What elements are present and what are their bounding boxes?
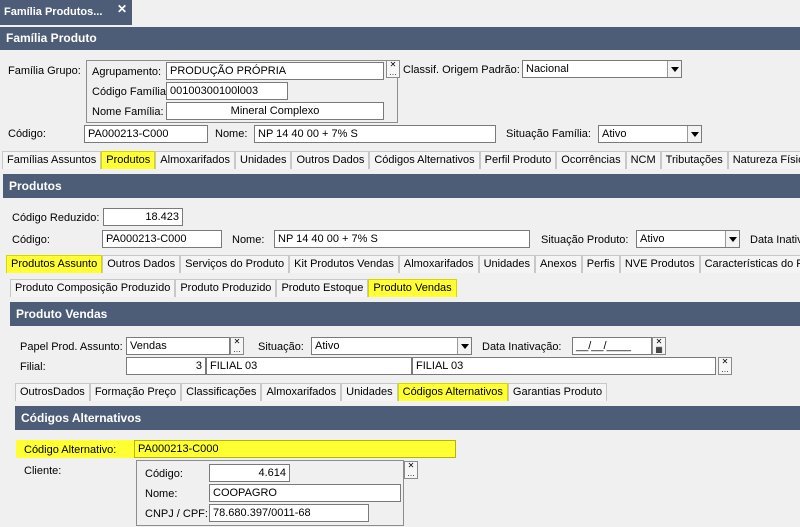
tab-tributacoes[interactable]: Tributações (660, 151, 728, 169)
agrupamento-field[interactable]: PRODUÇÃO PRÓPRIA (166, 62, 384, 80)
chevron-down-icon[interactable] (687, 126, 701, 142)
tab-produtos[interactable]: Produtos (101, 151, 156, 169)
familia-header: Família Produto (0, 27, 800, 50)
tabs-produtos: Produtos Assunto Outros Dados Serviços do … (6, 255, 800, 274)
agrupamento-lookup-icon[interactable]: ✕… (386, 60, 400, 78)
codigo-alt-field[interactable]: PA000213-C000 (134, 440, 456, 458)
tab-outros-dados[interactable]: Outros Dados (102, 255, 181, 273)
tab-classificacoes[interactable]: Classificações (181, 383, 262, 401)
filial-num-field[interactable]: 3 (126, 357, 206, 375)
cli-codigo-field[interactable]: 4.614 (209, 464, 290, 482)
tab-ocorrencias[interactable]: Ocorrências (556, 151, 626, 169)
close-icon[interactable]: ✕ (117, 2, 127, 16)
familia-codigo-field[interactable]: PA000213-C000 (84, 125, 208, 143)
tab-produto-vendas[interactable]: Produto Vendas (368, 279, 457, 297)
produto-nome-field[interactable]: NP 14 40 00 + 7% S (274, 230, 530, 248)
tab-almoxarifados[interactable]: Almoxarifados (155, 151, 235, 169)
papel-lookup-icon[interactable]: ✕… (230, 337, 244, 355)
tab-codigos-alternativos[interactable]: Códigos Alternativos (369, 151, 480, 169)
produto-nome-label: Nome: (232, 234, 265, 246)
situacao-produto-value: Ativo (640, 233, 665, 245)
situacao-produto-label: Situação Produto: (541, 234, 629, 246)
tab-almoxarifados[interactable]: Almoxarifados (261, 383, 342, 401)
chevron-down-icon[interactable] (457, 338, 471, 354)
filial-nome-field[interactable]: FILIAL 03 (206, 357, 412, 375)
data-inativ-label: Data Inativ (750, 234, 800, 246)
cli-codigo-label: Código: (145, 468, 183, 480)
tab-produto-composicao[interactable]: Produto Composição Produzido (10, 279, 176, 297)
cli-nome-label: Nome: (145, 488, 178, 500)
tab-outros-dados[interactable]: Outros Dados (291, 151, 370, 169)
familia-codigo-label: Código: (8, 128, 46, 140)
tab-formacao-preco[interactable]: Formação Preço (89, 383, 182, 401)
situacao-vendas-label: Situação: (258, 341, 304, 353)
tab-unidades[interactable]: Unidades (341, 383, 398, 401)
familia-grupo-label: Família Grupo: (8, 65, 81, 77)
tab-produto-produzido[interactable]: Produto Produzido (175, 279, 277, 297)
nome-familia-label: Nome Família: (92, 106, 164, 118)
tab-servicos-produto[interactable]: Serviços do Produto (180, 255, 290, 273)
tab-caracteristicas[interactable]: Características do Pr (699, 255, 800, 273)
cliente-label: Cliente: (24, 465, 62, 477)
cliente-lookup-icon[interactable]: ✕… (404, 461, 418, 479)
codigo-familia-field[interactable]: 00100300100l003 (166, 82, 288, 100)
calendar-icon[interactable]: ✕ ▦ (652, 337, 666, 355)
filial-nome2-field[interactable]: FILIAL 03 (412, 357, 716, 375)
tabs-familia: Famílias Assuntos Produtos Almoxarifados Un… (2, 151, 800, 170)
produtos-header: Produtos (3, 174, 800, 198)
codigo-reduzido-field[interactable]: 18.423 (103, 208, 183, 226)
situacao-vendas-value: Ativo (315, 340, 340, 352)
chevron-down-icon[interactable] (725, 231, 739, 247)
cli-cnpj-label: CNPJ / CPF: (145, 508, 208, 520)
tab-almoxarifados[interactable]: Almoxarifados (398, 255, 479, 273)
tab-unidades[interactable]: Unidades (478, 255, 536, 273)
data-inativacao-field[interactable]: __/__/____ (572, 337, 652, 355)
papel-label: Papel Prod. Assunto: (20, 341, 123, 353)
cli-cnpj-field[interactable]: 78.680.397/0011-68 (209, 504, 369, 522)
filial-label: Filial: (20, 361, 46, 373)
tabs-vendas: OutrosDados Formação Preço Classificações A… (15, 383, 800, 402)
tab-ncm[interactable]: NCM (625, 151, 661, 169)
tab-kit-produtos-vendas[interactable]: Kit Produtos Vendas (289, 255, 399, 273)
codigo-alt-label: Código Alternativo: (24, 444, 117, 456)
tab-perfis[interactable]: Perfis (581, 255, 620, 273)
tab-natureza-fisica[interactable]: Natureza Físic (727, 151, 800, 169)
codigo-familia-label: Código Família: (92, 86, 170, 98)
produto-codigo-field[interactable]: PA000213-C000 (102, 230, 222, 248)
classif-value: Nacional (526, 63, 569, 75)
tabs-produto-assunto: Produto Composição Produzido Produto Prod… (10, 279, 800, 298)
tab-perfil-produto[interactable]: Perfil Produto (479, 151, 557, 169)
tab-garantias-produto[interactable]: Garantias Produto (507, 383, 608, 401)
situacao-vendas-select[interactable]: Ativo (311, 337, 472, 355)
tab-familias-assuntos[interactable]: Famílias Assuntos (2, 151, 102, 169)
situacao-familia-label: Situação Família: (506, 128, 591, 140)
tab-anexos[interactable]: Anexos (535, 255, 582, 273)
vendas-header: Produto Vendas (10, 302, 800, 326)
papel-field[interactable]: Vendas (126, 337, 230, 355)
tab-unidades[interactable]: Unidades (235, 151, 292, 169)
produto-codigo-label: Código: (12, 234, 50, 246)
chevron-down-icon[interactable] (667, 61, 681, 77)
codalt-header: Códigos Alternativos (15, 406, 800, 430)
codigo-reduzido-label: Código Reduzido: (12, 212, 100, 224)
situacao-familia-select[interactable]: Ativo (598, 125, 702, 143)
familia-nome-field[interactable]: NP 14 40 00 + 7% S (254, 125, 496, 143)
cli-nome-field[interactable]: COOPAGRO (209, 484, 401, 502)
data-inativacao-label: Data Inativação: (482, 341, 562, 353)
familia-nome-label: Nome: (215, 128, 248, 140)
nome-familia-field[interactable]: Mineral Complexo (166, 102, 384, 120)
window-tab-title: Família Produtos... (4, 6, 103, 18)
filial-lookup-icon[interactable]: ✕… (718, 357, 732, 375)
tab-nve-produtos[interactable]: NVE Produtos (619, 255, 700, 273)
agrupamento-label: Agrupamento: (92, 66, 162, 78)
tab-produtos-assunto[interactable]: Produtos Assunto (6, 255, 103, 273)
tab-produto-estoque[interactable]: Produto Estoque (276, 279, 369, 297)
classif-label: Classif. Origem Padrão: (403, 64, 520, 76)
situacao-produto-select[interactable]: Ativo (636, 230, 740, 248)
tab-outrosdados[interactable]: OutrosDados (15, 383, 90, 401)
tab-codigos-alternativos[interactable]: Códigos Alternativos (397, 383, 508, 401)
classif-select[interactable]: Nacional (522, 60, 682, 78)
situacao-familia-value: Ativo (602, 128, 627, 140)
